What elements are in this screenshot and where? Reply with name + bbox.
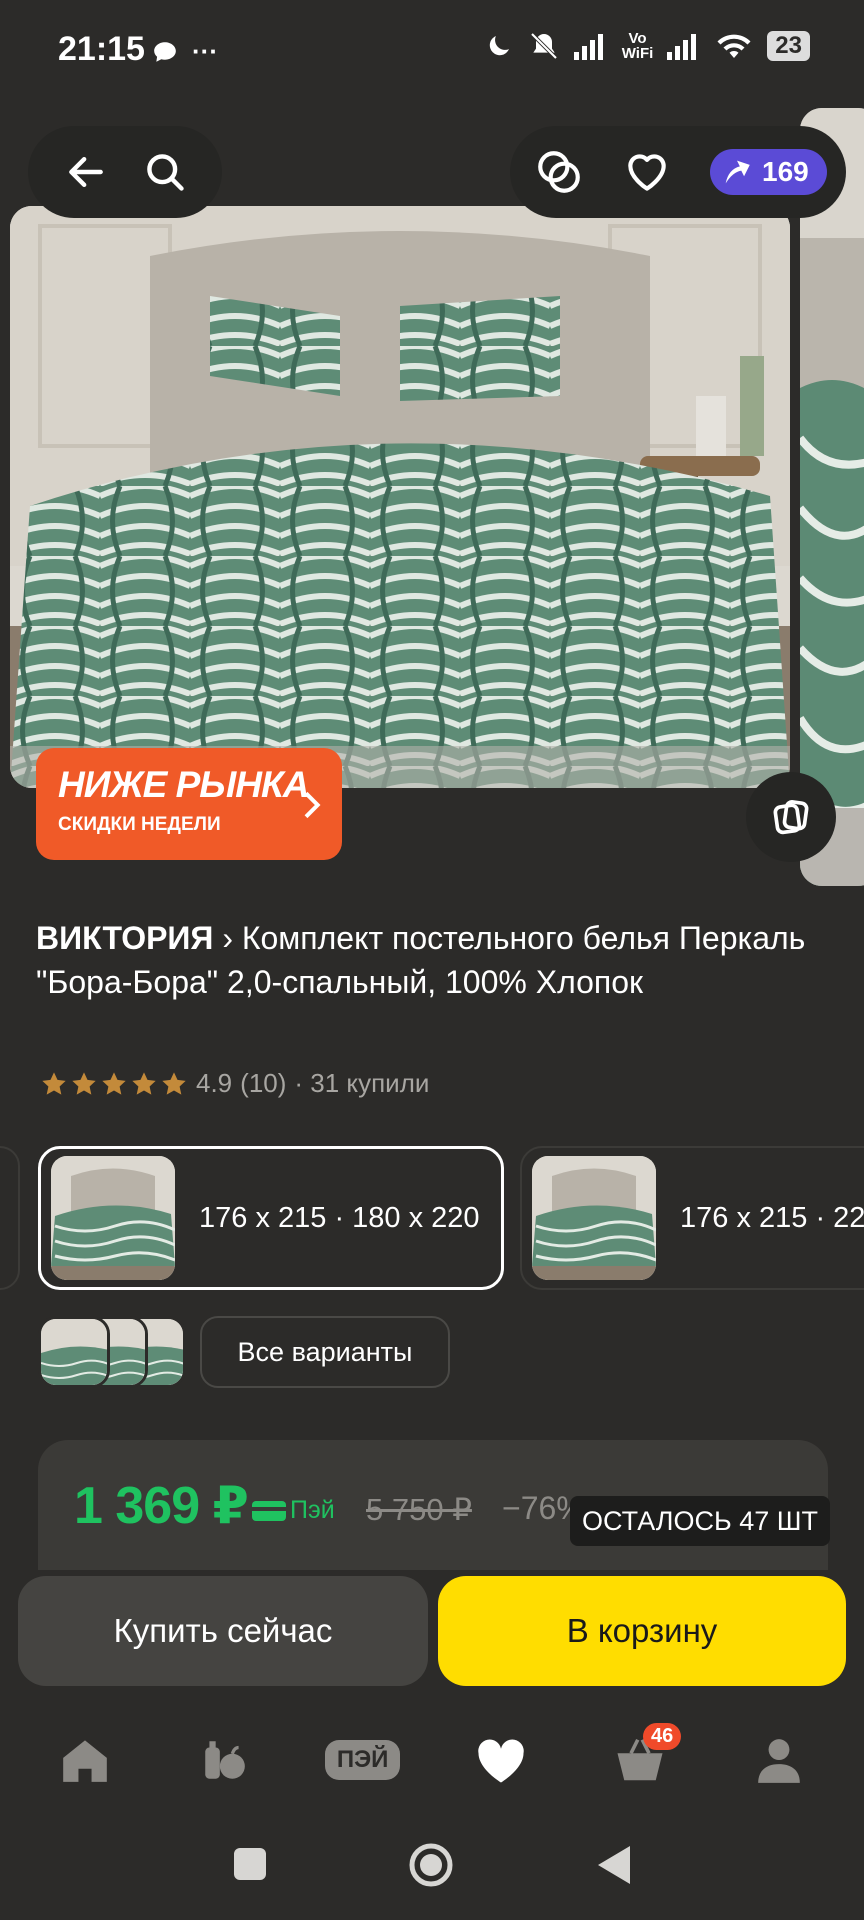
cards-icon [773,800,809,835]
star-icon [42,1071,66,1095]
star-icon [72,1071,96,1095]
prev-variant-card[interactable] [0,1146,20,1290]
nav-pill-left [28,126,222,218]
promo-title: НИЖЕ РЫНКА [58,764,309,805]
more-notifications-icon: ··· [192,36,218,66]
star-icon [102,1071,126,1095]
status-right: Vo WiFi 23 [484,30,810,62]
wifi-icon [717,34,751,58]
variant-thumbnail [51,1156,175,1280]
nav-favorites[interactable] [456,1725,546,1795]
nav-pay[interactable]: ПЭЙ [318,1725,408,1795]
add-to-cart-button[interactable]: В корзину [438,1576,846,1686]
variant-card[interactable]: 176 x 215 · 220 [520,1146,864,1290]
nav-pill-right: 169 [510,126,846,218]
action-bar: Купить сейчас В корзину [0,1572,864,1700]
bottom-navigation: ПЭЙ 46 [0,1720,864,1800]
profile-icon [757,1739,800,1783]
compare-button[interactable] [534,146,584,198]
heart-icon [628,154,666,191]
rating-row[interactable]: 4.9 (10) · 31 купили [40,1068,429,1099]
cart-count-badge: 46 [642,1723,682,1750]
nav-cart[interactable]: 46 [595,1723,685,1795]
status-bar: 21:15 ··· Vo WiFi 23 [0,0,864,100]
stock-remaining-tooltip: ОСТАЛОСЬ 47 ШТ [570,1496,831,1546]
rating-stars [40,1070,188,1098]
catalog-icon [205,1741,245,1779]
buy-now-button[interactable]: Купить сейчас [18,1576,428,1686]
product-photo[interactable] [10,206,790,788]
star-icon [162,1071,186,1095]
signal-icon [573,34,603,60]
nav-home[interactable] [40,1725,130,1795]
favorite-button[interactable] [622,146,672,198]
variant-card-selected[interactable]: 176 x 215 · 180 x 220 [38,1146,504,1290]
moon-icon [489,36,509,56]
card-icon [252,1500,286,1521]
compare-icon [538,151,580,193]
variant-thumbnail [532,1156,656,1280]
recents-icon[interactable] [232,1846,268,1882]
promo-badge[interactable]: НИЖЕ РЫНКА СКИДКИ НЕДЕЛИ [36,748,342,860]
variant-label: 176 x 215 · 220 [680,1201,864,1234]
old-price: 5 750 ₽ [366,1492,472,1527]
rating-value: 4.9 [196,1068,233,1098]
mute-icon [530,32,558,60]
plus-points-badge[interactable]: 169 [710,149,827,195]
nav-catalog[interactable] [179,1725,269,1795]
bought-count: · 31 купили [294,1068,430,1098]
star-icon [132,1071,156,1095]
pay-icon: ПЭЙ [324,1740,401,1780]
reviews-count: (10) [240,1068,287,1098]
brand-link[interactable]: ВИКТОРИЯ [36,920,213,956]
current-price: 1 369 ₽ [74,1477,249,1535]
back-arrow-icon [68,156,103,188]
chat-icon [154,41,176,62]
next-product-photo[interactable] [800,108,864,886]
plus-points-count: 169 [762,156,809,187]
gallery-view-button[interactable] [746,772,836,862]
signal2-icon [667,34,697,60]
all-variants-button[interactable]: Все варианты [200,1316,450,1388]
status-notifications: ··· [152,36,218,67]
pay-tag: Пэй [252,1496,335,1525]
search-icon [146,154,184,191]
product-title: ВИКТОРИЯ › Комплект постельного белья Пе… [36,916,836,1004]
home-icon [63,1740,108,1782]
plus-arrow-icon [725,160,750,184]
vowifi-icon: Vo WiFi [621,30,654,62]
nav-profile[interactable] [734,1725,824,1795]
promo-subtitle: СКИДКИ НЕДЕЛИ [58,814,221,835]
favorites-icon [478,1739,525,1783]
system-navigation [0,1820,864,1920]
back-button[interactable] [60,146,112,198]
brand-chevron-icon: › [222,920,233,956]
search-button[interactable] [139,146,191,198]
chevron-right-icon [304,791,321,819]
variant-label: 176 x 215 · 180 x 220 [199,1201,480,1234]
home-button-icon[interactable] [408,1842,454,1888]
status-time: 21:15 [58,30,145,68]
back-nav-icon[interactable] [596,1844,632,1886]
color-thumbnails[interactable] [38,1316,186,1388]
battery-indicator: 23 [767,31,810,61]
pay-label: Пэй [290,1496,335,1524]
color-thumbnail [38,1316,110,1388]
